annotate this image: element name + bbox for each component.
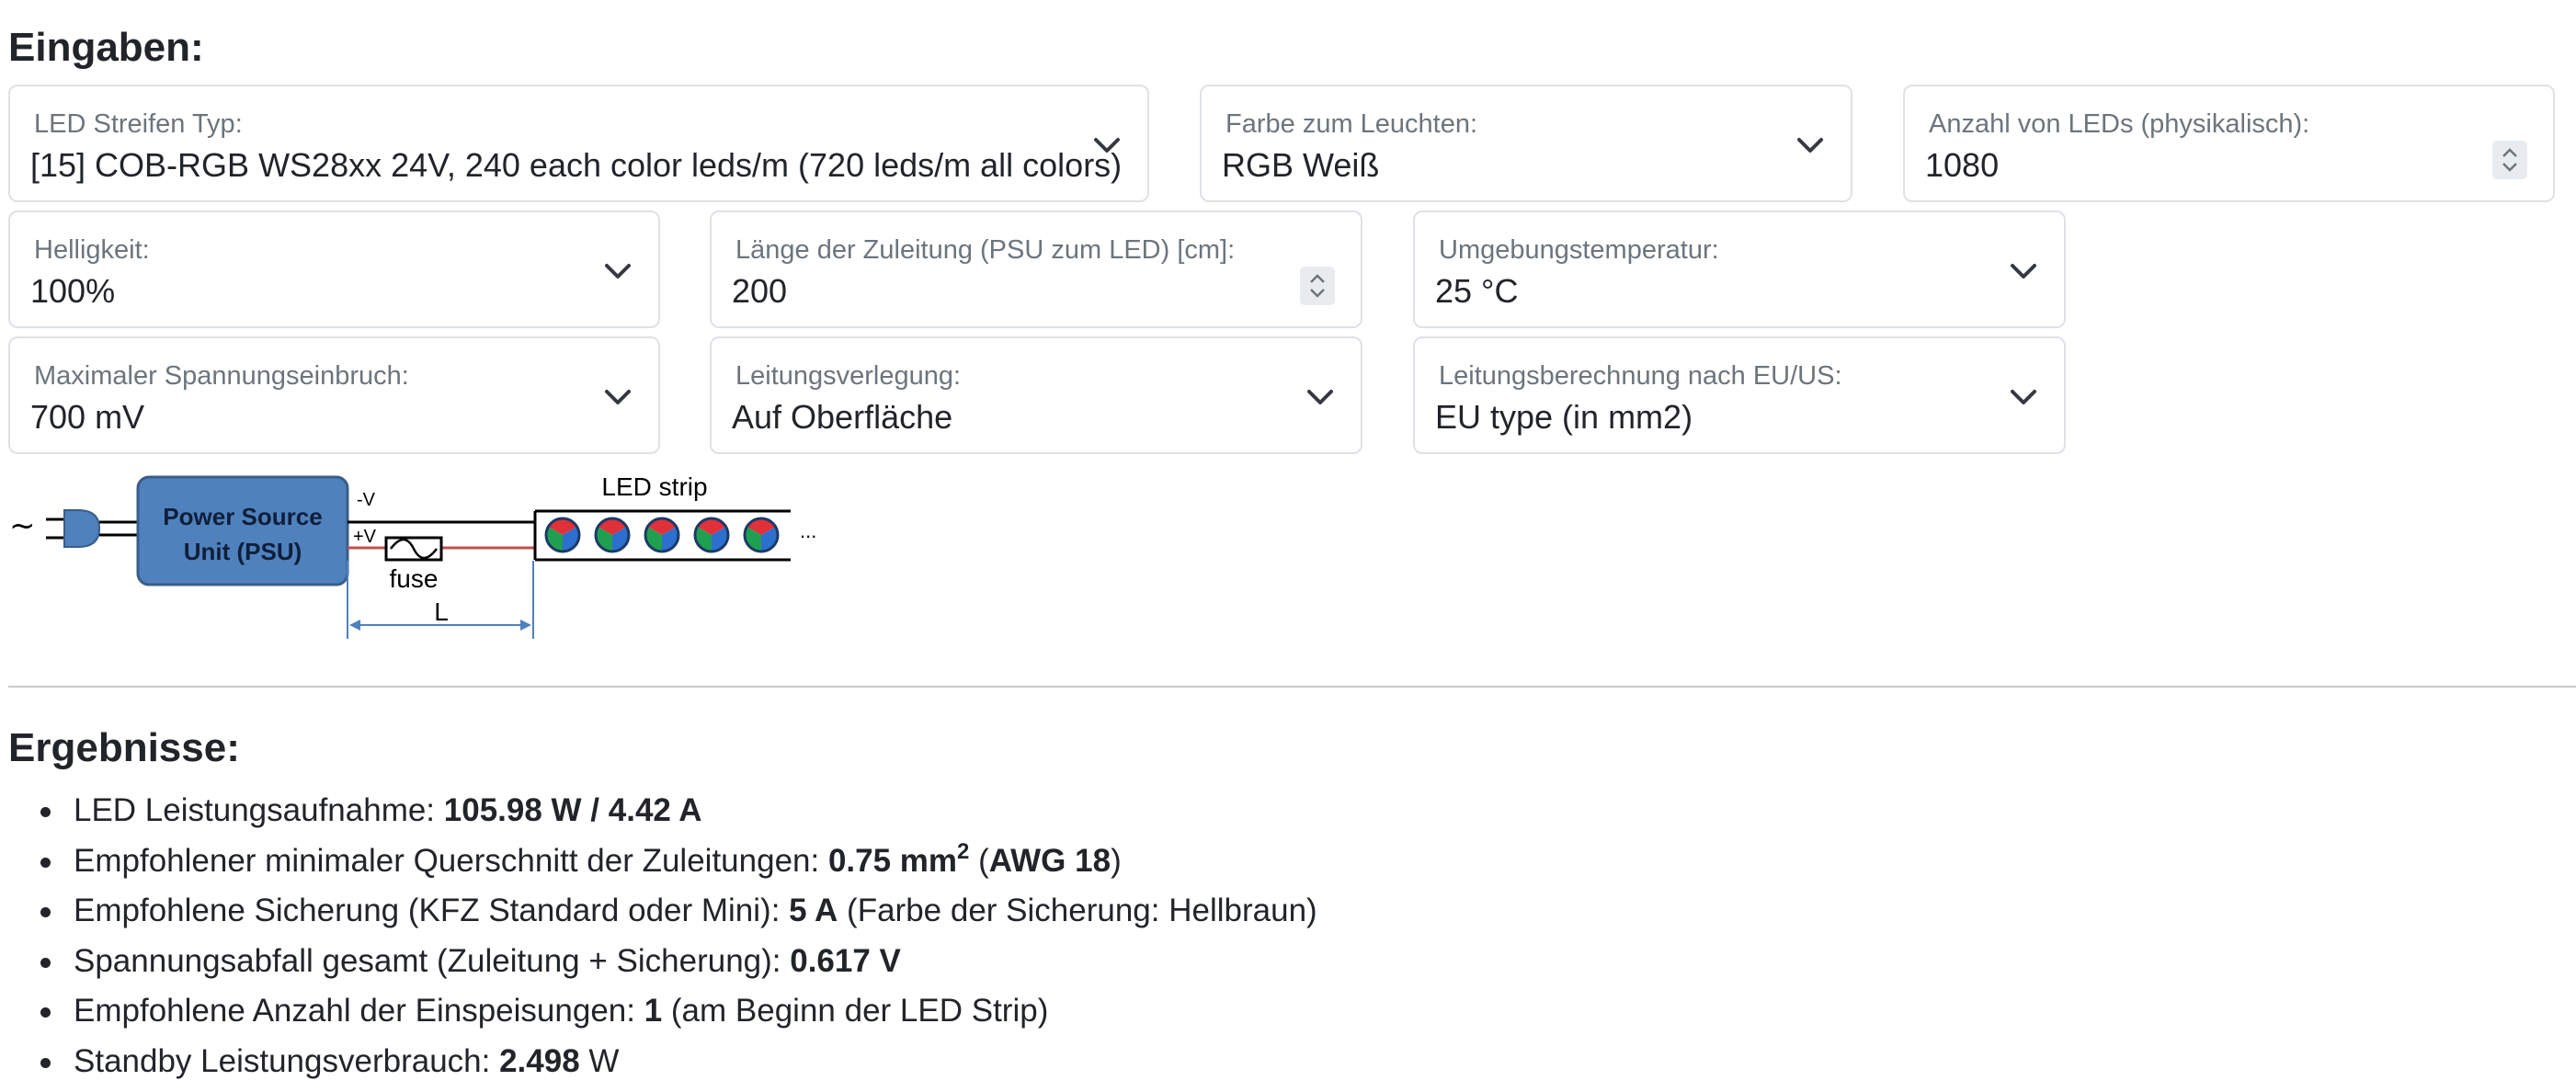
chevron-down-icon xyxy=(2011,390,2036,404)
strip-continuation: ... xyxy=(800,519,816,542)
max-voltage-drop-value: 700 mV xyxy=(30,398,145,436)
result-cross-section-close-paren: ) xyxy=(1111,842,1122,879)
led-type-label: LED Streifen Typ: xyxy=(34,109,243,139)
bullet xyxy=(40,857,51,868)
spinner-arrows-icon[interactable] xyxy=(1300,267,1335,305)
result-fuse-label: Empfohlene Sicherung (KFZ Standard oder … xyxy=(74,893,790,928)
color-value: RGB Weiß xyxy=(1222,146,1380,184)
color-select[interactable]: Farbe zum Leuchten: RGB Weiß xyxy=(1200,85,1852,202)
inputs-heading: Eingaben: xyxy=(8,25,204,70)
chevron-down-icon xyxy=(605,264,631,279)
chevron-down-icon xyxy=(2011,264,2036,279)
spinner-arrows-icon[interactable] xyxy=(2492,141,2527,179)
chevron-down-icon xyxy=(1797,138,1823,153)
negative-terminal-label: -V xyxy=(357,490,376,510)
chevron-down-icon xyxy=(1094,138,1120,153)
result-voltage-drop: Spannungsabfall gesamt (Zuleitung + Sich… xyxy=(37,937,1317,987)
length-label: L xyxy=(434,597,449,626)
result-fuse-note: (Farbe der Sicherung: Hellbraun) xyxy=(838,893,1317,928)
brightness-label: Helligkeit: xyxy=(34,235,150,265)
led-strip xyxy=(533,509,791,562)
results-list: LED Leistungsaufnahme: 105.98 W / 4.42 A… xyxy=(37,786,1317,1086)
led-type-value: [15] COB-RGB WS28xx 24V, 240 each color … xyxy=(30,146,1123,184)
cable-routing-value: Auf Oberfläche xyxy=(732,398,953,436)
max-voltage-drop-label: Maximaler Spannungseinbruch: xyxy=(34,361,409,391)
section-divider xyxy=(8,686,2576,688)
chevron-down-icon xyxy=(1307,390,1333,404)
result-power-watts: 105.98 W xyxy=(443,792,582,828)
result-feeds-value: 1 xyxy=(644,993,663,1029)
plug-icon xyxy=(46,509,101,548)
psu-cable xyxy=(99,520,138,537)
result-cross-section-awg: AWG 18 xyxy=(988,842,1111,879)
ambient-temp-value: 25 °C xyxy=(1435,272,1519,310)
ambient-temp-select[interactable]: Umgebungstemperatur: 25 °C xyxy=(1413,210,2066,328)
result-power: LED Leistungsaufnahme: 105.98 W / 4.42 A xyxy=(37,786,1317,836)
psu-box xyxy=(136,475,349,586)
result-feeds-label: Empfohlene Anzahl der Einspeisungen: xyxy=(74,993,644,1029)
result-fuse: Empfohlene Sicherung (KFZ Standard oder … xyxy=(37,886,1317,937)
result-fuse-value: 5 A xyxy=(789,893,838,928)
cable-standard-value: EU type (in mm2) xyxy=(1435,398,1693,436)
result-cross-section-label: Empfohlener minimaler Querschnitt der Zu… xyxy=(74,842,828,879)
result-cross-section-open-paren: ( xyxy=(969,842,989,879)
brightness-select[interactable]: Helligkeit: 100% xyxy=(8,210,660,328)
result-standby: Standby Leistungsverbrauch: 2.498 W xyxy=(37,1037,1317,1087)
result-standby-value: 2.498 xyxy=(499,1042,580,1079)
result-standby-unit: W xyxy=(579,1042,620,1079)
led-count-value: 1080 xyxy=(1925,146,2000,184)
led-strip-label: LED strip xyxy=(601,472,707,501)
result-power-label: LED Leistungsaufnahme: xyxy=(74,792,444,828)
bullet xyxy=(40,957,51,968)
ambient-temp-label: Umgebungstemperatur: xyxy=(1439,235,1719,265)
bullet xyxy=(40,907,51,917)
bullet xyxy=(40,1057,51,1068)
fuse-icon xyxy=(384,536,443,562)
result-standby-label: Standby Leistungsverbrauch: xyxy=(74,1042,500,1079)
led-icon xyxy=(594,517,631,553)
result-cross-section-superscript: 2 xyxy=(957,838,970,864)
results-heading: Ergebnisse: xyxy=(8,725,240,770)
result-voltage-drop-value: 0.617 V xyxy=(790,942,901,979)
bullet xyxy=(40,1007,51,1018)
result-voltage-drop-label: Spannungsabfall gesamt (Zuleitung + Sich… xyxy=(74,942,791,979)
chevron-down-icon xyxy=(605,390,631,404)
result-cross-section-value: 0.75 mm xyxy=(827,842,958,879)
led-count-label: Anzahl von LEDs (physikalisch): xyxy=(1929,109,2310,139)
cable-standard-label: Leitungsberechnung nach EU/US: xyxy=(1439,361,1842,391)
cable-standard-select[interactable]: Leitungsberechnung nach EU/US: EU type (… xyxy=(1413,336,2066,454)
positive-terminal-label: +V xyxy=(353,527,377,547)
max-voltage-drop-select[interactable]: Maximaler Spannungseinbruch: 700 mV xyxy=(8,336,660,454)
cable-routing-label: Leitungsverlegung: xyxy=(735,361,962,391)
cable-routing-select[interactable]: Leitungsverlegung: Auf Oberfläche xyxy=(710,336,1362,454)
led-icon xyxy=(743,517,780,553)
result-power-separator: / xyxy=(581,792,609,828)
result-feeds-note: (am Beginn der LED Strip) xyxy=(662,993,1049,1029)
led-icon xyxy=(544,517,581,553)
cable-length-input[interactable]: Länge der Zuleitung (PSU zum LED) [cm]: … xyxy=(710,210,1362,328)
led-icon xyxy=(644,517,680,553)
led-count-input[interactable]: Anzahl von LEDs (physikalisch): 1080 xyxy=(1903,85,2555,202)
brightness-value: 100% xyxy=(30,272,116,310)
result-cross-section: Empfohlener minimaler Querschnitt der Zu… xyxy=(37,836,1317,887)
bullet xyxy=(40,807,51,817)
psu-label-line2: Unit (PSU) xyxy=(184,538,302,565)
led-icon xyxy=(693,517,730,553)
result-feeds: Empfohlene Anzahl der Einspeisungen: 1 (… xyxy=(37,986,1317,1037)
led-type-select[interactable]: LED Streifen Typ: [15] COB-RGB WS28xx 24… xyxy=(8,85,1149,202)
result-power-amps: 4.42 A xyxy=(608,792,702,828)
cable-length-label: Länge der Zuleitung (PSU zum LED) [cm]: xyxy=(735,235,1236,265)
cable-length-value: 200 xyxy=(732,272,788,310)
psu-label-line1: Power Source xyxy=(163,503,322,530)
ac-symbol: ~ xyxy=(9,507,36,544)
color-label: Farbe zum Leuchten: xyxy=(1225,109,1478,139)
fuse-label: fuse xyxy=(390,564,439,593)
wiring-diagram: ~ Power Source Unit (PSU) -V +V fuse LED… xyxy=(9,472,816,639)
